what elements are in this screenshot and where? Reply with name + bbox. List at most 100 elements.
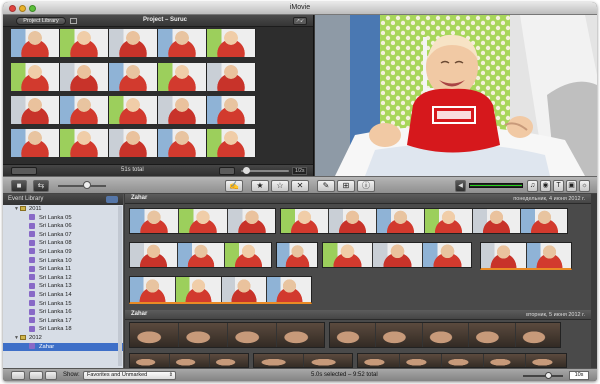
- event-item-label: Sri Lanka 11: [39, 266, 72, 273]
- video-frame-thumbnail: [376, 323, 423, 347]
- reject-x-icon[interactable]: ✕: [291, 180, 309, 192]
- project-filmstrip-3[interactable]: [11, 96, 257, 124]
- project-title: Project – Suruc: [143, 17, 188, 23]
- thumbnail-size-slider[interactable]: [58, 185, 106, 187]
- video-frame-thumbnail: [527, 243, 571, 268]
- show-filter-select[interactable]: Favorites and Unmarked ⇕: [83, 371, 176, 380]
- event-clip[interactable]: [129, 208, 276, 234]
- crop-icon[interactable]: ⊞: [337, 180, 355, 192]
- event-clip[interactable]: [357, 353, 567, 368]
- keyword-pen-icon[interactable]: ✎: [317, 180, 335, 192]
- show-event-library-button[interactable]: [11, 371, 25, 380]
- event-header-1: Zahar понедельник, 4 июня 2012 г.: [125, 194, 597, 204]
- show-filter-value: Favorites and Unmarked: [87, 372, 148, 378]
- mute-icon[interactable]: ◀: [455, 180, 466, 192]
- info-icon[interactable]: ⓘ: [357, 180, 375, 192]
- event-clip[interactable]: [253, 353, 353, 368]
- event-star-icon: [29, 274, 35, 281]
- chevron-updown-icon: ⇕: [168, 372, 173, 378]
- swap-button[interactable]: ⇆: [33, 180, 49, 192]
- event-item[interactable]: Sri Lanka 11: [3, 265, 123, 274]
- event-clip[interactable]: [280, 208, 568, 234]
- event-item[interactable]: Sri Lanka 08: [3, 239, 123, 248]
- title-bar: iMovie: [3, 2, 597, 15]
- event-year-folder[interactable]: ▼ 2012: [3, 334, 123, 343]
- video-frame-thumbnail: [358, 354, 400, 367]
- video-frame-thumbnail: [109, 29, 158, 57]
- event-clip[interactable]: [129, 322, 325, 348]
- event-clip-rejected[interactable]: [129, 276, 312, 304]
- project-header: Project Library Project – Suruc ↗↙: [3, 15, 313, 27]
- grid-icon[interactable]: [70, 18, 77, 24]
- event-item[interactable]: Sri Lanka 16: [3, 308, 123, 317]
- video-frame-thumbnail: [60, 129, 109, 157]
- video-frame-thumbnail: [130, 209, 179, 233]
- project-filmstrips[interactable]: [11, 29, 261, 164]
- event-list: ▼ 2011 Sri Lanka 05 Sri Lanka 06 Sri Lanka 0…: [3, 205, 123, 352]
- event-item[interactable]: Sri Lanka 05: [3, 214, 123, 223]
- map-globe-icon[interactable]: ☼: [579, 180, 590, 192]
- disclosure-triangle-icon[interactable]: ▼: [13, 334, 20, 343]
- event-item-label: Sri Lanka 10: [39, 257, 72, 264]
- video-frame-thumbnail: [473, 209, 521, 233]
- photo-camera-icon[interactable]: ◉: [540, 180, 551, 192]
- event-zoom-slider[interactable]: [523, 375, 563, 377]
- play-fullscreen-button[interactable]: [45, 371, 57, 380]
- video-viewer[interactable]: [315, 15, 597, 176]
- project-filmstrip-2[interactable]: [11, 63, 257, 91]
- event-clip[interactable]: [129, 242, 272, 268]
- play-project-button[interactable]: [11, 167, 37, 175]
- audio-toggle-button[interactable]: [219, 167, 235, 175]
- music-note-icon[interactable]: ♫: [527, 180, 538, 192]
- event-star-icon: [29, 308, 35, 315]
- video-frame-thumbnail: [521, 209, 567, 233]
- event-item[interactable]: Sri Lanka 06: [3, 222, 123, 231]
- event-clip-rejected[interactable]: [480, 242, 572, 270]
- title-text-icon[interactable]: T: [553, 180, 564, 192]
- video-frame-thumbnail: [130, 354, 170, 367]
- transition-icon[interactable]: ▣: [566, 180, 577, 192]
- event-browser-scrollbar[interactable]: [591, 194, 597, 368]
- video-frame-thumbnail: [515, 323, 560, 347]
- event-year-folder[interactable]: ▼ 2011: [3, 205, 123, 214]
- event-clip[interactable]: [276, 242, 318, 268]
- event-item-label: Sri Lanka 08: [39, 240, 72, 247]
- event-item[interactable]: Sri Lanka 09: [3, 248, 123, 257]
- disclosure-triangle-icon[interactable]: ▼: [13, 205, 20, 214]
- event-item[interactable]: Sri Lanka 10: [3, 257, 123, 266]
- favorite-star-icon[interactable]: ★: [251, 180, 269, 192]
- event-item[interactable]: Sri Lanka 14: [3, 291, 123, 300]
- event-item[interactable]: Sri Lanka 17: [3, 317, 123, 326]
- video-frame-thumbnail: [130, 277, 176, 302]
- event-library-scrollbar[interactable]: [118, 206, 122, 366]
- event-item[interactable]: Sri Lanka 15: [3, 300, 123, 309]
- thumbnail-size-slider-knob[interactable]: [83, 181, 91, 189]
- event-clip[interactable]: [322, 242, 472, 268]
- event-item-label: Sri Lanka 09: [39, 248, 72, 255]
- fullscreen-button[interactable]: ↗↙: [293, 17, 307, 25]
- event-star-icon: [29, 265, 35, 272]
- project-filmstrip-1[interactable]: [11, 29, 257, 57]
- event-item-label: Sri Lanka 05: [39, 214, 72, 221]
- video-frame-thumbnail: [109, 96, 158, 124]
- event-item[interactable]: Zahar: [3, 342, 123, 352]
- event-item[interactable]: Sri Lanka 18: [3, 325, 123, 334]
- unmark-star-icon[interactable]: ☆: [271, 180, 289, 192]
- project-zoom-slider-knob[interactable]: [243, 167, 250, 174]
- video-frame-thumbnail: [158, 29, 207, 57]
- event-clip[interactable]: [329, 322, 561, 348]
- project-filmstrip-4[interactable]: [11, 129, 257, 157]
- camera-import-button[interactable]: ■: [11, 180, 27, 192]
- play-event-button[interactable]: [29, 371, 43, 380]
- event-item[interactable]: Sri Lanka 13: [3, 282, 123, 291]
- event-clip[interactable]: [129, 353, 249, 368]
- event-library: Event Library ▼ 2011 Sri Lanka 05 Sri Lanka…: [3, 194, 124, 368]
- event-library-toggle-button[interactable]: [106, 196, 118, 203]
- event-item[interactable]: Sri Lanka 07: [3, 231, 123, 240]
- video-frame-thumbnail: [469, 323, 516, 347]
- project-library-button[interactable]: Project Library: [16, 17, 66, 25]
- event-item[interactable]: Sri Lanka 12: [3, 274, 123, 283]
- event-zoom-slider-knob[interactable]: [545, 372, 552, 379]
- add-to-project-button[interactable]: ✍: [225, 180, 243, 192]
- folder-icon: [20, 334, 26, 340]
